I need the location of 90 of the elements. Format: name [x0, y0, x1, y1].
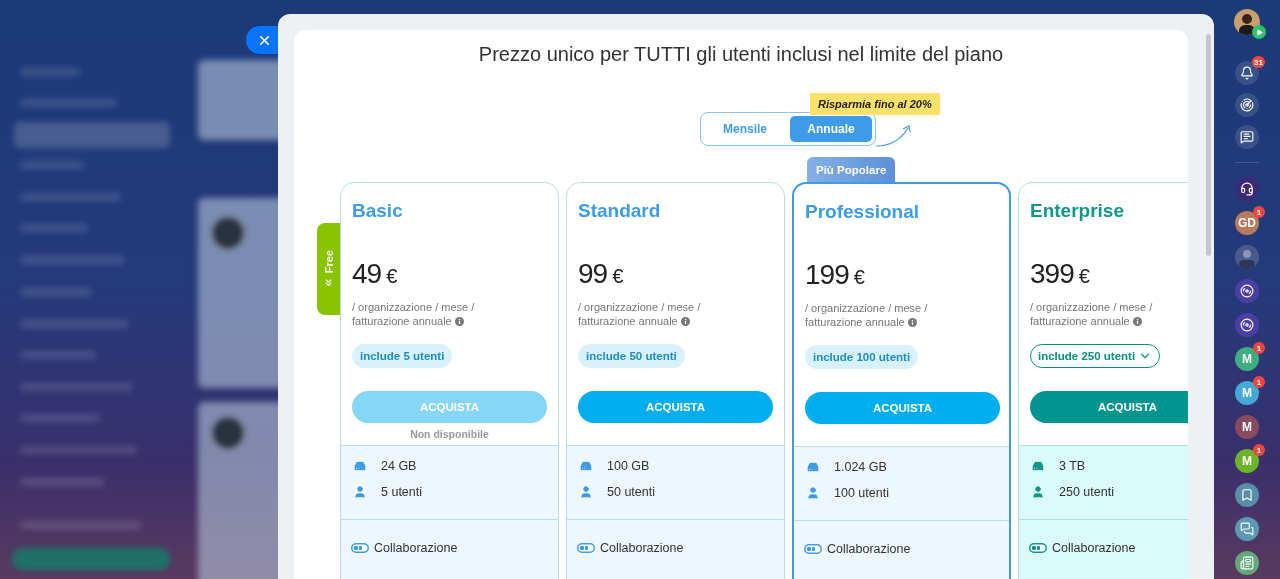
billing-period: / organizzazione / mese /: [1030, 300, 1153, 314]
newspaper-icon: [1240, 556, 1254, 570]
toggle-icon: [1029, 543, 1047, 553]
chat-button[interactable]: [1235, 93, 1259, 117]
plan-name: Professional: [805, 200, 921, 224]
feature-text: 100 utenti: [834, 486, 889, 500]
feature-text: 5 utenti: [381, 485, 422, 499]
user-icon: [353, 485, 367, 499]
count-badge: 1: [1253, 376, 1265, 388]
drive-icon: [1031, 459, 1045, 473]
feature-text: 50 utenti: [607, 485, 655, 499]
billing-period: / organizzazione / mese /: [805, 301, 928, 315]
currency: €: [612, 265, 624, 288]
plan-name: Basic: [352, 199, 404, 223]
toggle-icon: [577, 543, 595, 553]
billing-option[interactable]: Annuale: [790, 116, 872, 142]
info-icon: [680, 316, 690, 326]
feature-text: 24 GB: [381, 459, 417, 473]
scrollbar-thumb[interactable]: [1205, 34, 1211, 256]
count-badge: 1: [1253, 342, 1265, 354]
users-chip[interactable]: include 250 utenti: [1030, 344, 1161, 368]
user-avatar[interactable]: [1234, 9, 1260, 35]
chevrons-icon: [323, 277, 334, 289]
toggle-icon: [351, 543, 369, 553]
billing-period: fatturazione annuale: [352, 314, 452, 328]
discount-badge: Risparmia fino al 20%: [810, 93, 940, 115]
currency: €: [386, 265, 398, 288]
chat-button[interactable]: [1235, 551, 1259, 575]
avatar-button[interactable]: M: [1235, 415, 1259, 439]
chat-button[interactable]: [1235, 177, 1259, 201]
count-badge: 1: [1253, 206, 1265, 218]
free-tab[interactable]: Free: [317, 223, 340, 315]
toggle-icon: [804, 544, 822, 554]
users-chip: include 100 utenti: [805, 345, 919, 369]
drive-icon: [806, 460, 820, 474]
bookmark-icon: [1240, 488, 1254, 502]
availability-note: Non disponibile: [409, 428, 490, 440]
tool-name: Collaborazione: [1052, 541, 1136, 555]
headset-icon: [1240, 182, 1254, 196]
avatar-button[interactable]: [1235, 245, 1259, 269]
count-badge: 31: [1252, 56, 1265, 68]
tool-name: Collaborazione: [374, 541, 458, 555]
chat-button[interactable]: [1235, 483, 1259, 507]
chat-icon: [1240, 130, 1254, 144]
user-icon: [1031, 485, 1045, 499]
feature-text: 3 TB: [1059, 459, 1086, 473]
radar-icon: [1240, 98, 1254, 112]
currency: €: [853, 266, 865, 289]
info-icon: [907, 317, 917, 327]
users-chip: include 5 utenti: [352, 344, 453, 368]
info-icon: [454, 316, 464, 326]
user-icon: [806, 486, 820, 500]
billing-period: / organizzazione / mese /: [352, 300, 475, 314]
plan-price: 199: [805, 259, 849, 291]
billing-period: fatturazione annuale: [805, 315, 905, 329]
plan-price: 99: [578, 258, 608, 290]
close-button[interactable]: [246, 26, 278, 54]
drive-icon: [353, 459, 367, 473]
chat-button[interactable]: [1235, 517, 1259, 541]
disc-icon: [1240, 284, 1254, 298]
tool-name: Collaborazione: [600, 541, 684, 555]
feature-text: 100 GB: [607, 459, 650, 473]
buy-button[interactable]: ACQUISTA: [578, 391, 773, 423]
users-chip: include 50 utenti: [578, 344, 685, 368]
plan-name: Standard: [578, 199, 662, 223]
currency: €: [1078, 265, 1090, 288]
billing-option[interactable]: Mensile: [704, 116, 786, 142]
feature-text: 250 utenti: [1059, 485, 1114, 499]
buy-button[interactable]: ACQUISTA: [1030, 391, 1188, 423]
bell-icon: [1240, 66, 1254, 80]
chat-button[interactable]: [1235, 313, 1259, 337]
plan-price: 399: [1030, 258, 1074, 290]
chat-button[interactable]: [1235, 125, 1259, 149]
info-icon: [1132, 316, 1142, 326]
feature-text: 1.024 GB: [834, 460, 887, 474]
plan-price: 49: [352, 258, 382, 290]
plan-name: Enterprise: [1030, 199, 1125, 223]
drive-icon: [579, 459, 593, 473]
disc-icon: [1240, 318, 1254, 332]
buy-button[interactable]: ACQUISTA: [805, 392, 1000, 424]
user-icon: [579, 485, 593, 499]
billing-period: fatturazione annuale: [578, 314, 678, 328]
messages-icon: [1240, 522, 1254, 536]
tool-name: Collaborazione: [827, 542, 911, 556]
arrow-icon: [874, 122, 914, 150]
billing-period: / organizzazione / mese /: [578, 300, 701, 314]
chat-button[interactable]: [1235, 279, 1259, 303]
count-badge: 1: [1253, 444, 1265, 456]
pricing-title: Prezzo unico per TUTTI gli utenti inclusi nel limite del piano: [477, 42, 1005, 66]
billing-period: fatturazione annuale: [1030, 314, 1130, 328]
